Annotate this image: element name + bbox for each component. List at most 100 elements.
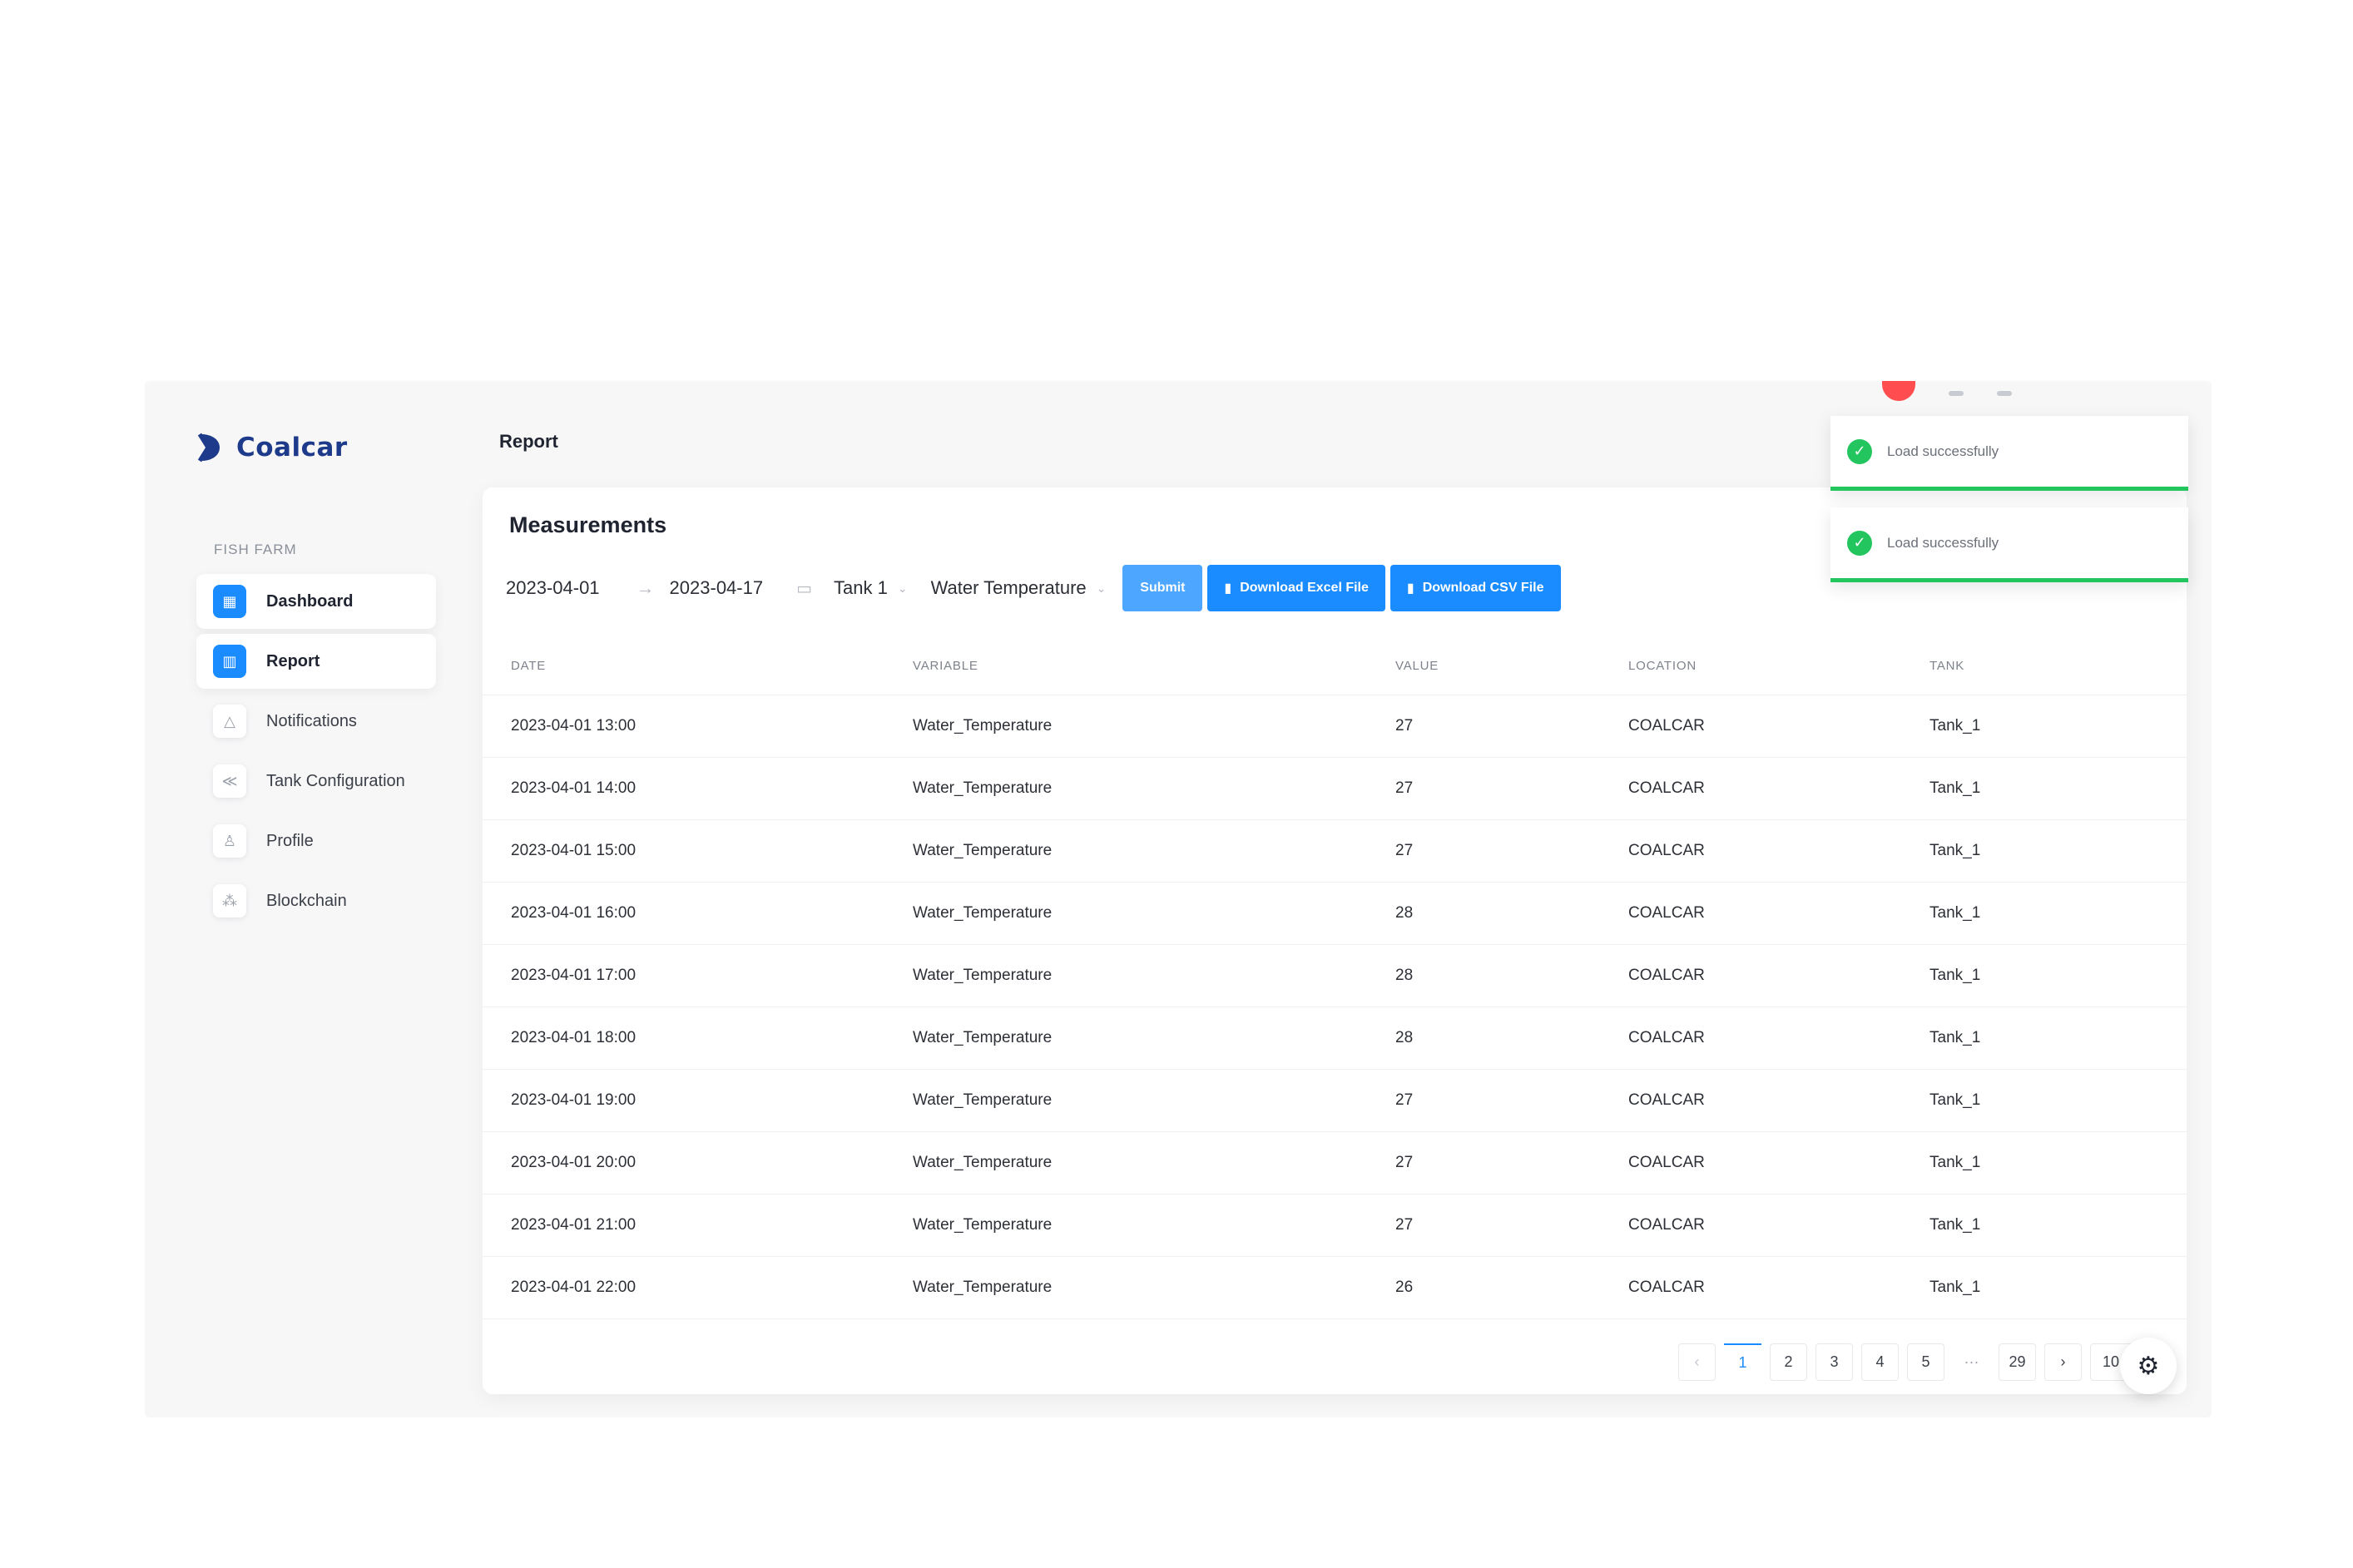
sidebar-section-label: FISH FARM xyxy=(214,542,297,557)
page-title: Report xyxy=(499,431,558,452)
variable-cell: Water_Temperature xyxy=(913,717,1053,735)
page-button[interactable]: 2 xyxy=(1770,1343,1807,1381)
page-button[interactable]: 1 xyxy=(1724,1343,1761,1381)
column-header-date[interactable]: DATE xyxy=(483,659,913,673)
table-row[interactable]: 2023-04-01 22:00 Water_Temperature 26 COALC… xyxy=(483,1257,2187,1319)
column-header-location[interactable]: LOCATION xyxy=(1628,659,1929,673)
check-circle-icon: ✓ xyxy=(1847,438,1872,464)
column-header-value[interactable]: VALUE xyxy=(1395,659,1628,673)
variable-cell: Water_Temperature xyxy=(913,967,1053,984)
pagination: ‹ 1 2 3 4 5 ··· 29 › 10 / xyxy=(1678,1343,2165,1381)
tank-cell: Tank_1 xyxy=(1929,1029,1981,1046)
page-button[interactable]: 4 xyxy=(1861,1343,1899,1381)
sidebar-item-label: Dashboard xyxy=(266,591,354,611)
download-excel-button[interactable]: ▮ Download Excel File xyxy=(1207,565,1385,611)
tank-cell: Tank_1 xyxy=(1929,1279,1981,1296)
table-row[interactable]: 2023-04-01 13:00 Water_Temperature 27 COALC… xyxy=(483,695,2187,758)
variable-cell: Water_Temperature xyxy=(913,1279,1053,1296)
table-row[interactable]: 2023-04-01 21:00 Water_Temperature 27 COALC… xyxy=(483,1195,2187,1257)
range-arrow-icon: → xyxy=(636,577,655,598)
tank-cell: Tank_1 xyxy=(1929,779,1981,797)
dashboard-icon: ▦ xyxy=(213,585,246,618)
variable-cell: Water_Temperature xyxy=(913,1029,1053,1046)
location-cell: COALCAR xyxy=(1628,1029,1705,1046)
variable-cell: Water_Temperature xyxy=(913,1216,1053,1234)
table-row[interactable]: 2023-04-01 14:00 Water_Temperature 27 COALC… xyxy=(483,758,2187,820)
tank-cell: Tank_1 xyxy=(1929,1154,1981,1171)
value-cell: 26 xyxy=(1395,1279,1414,1296)
table-body: 2023-04-01 13:00 Water_Temperature 27 COALC… xyxy=(483,695,2187,1319)
table-row[interactable]: 2023-04-01 18:00 Water_Temperature 28 COALC… xyxy=(483,1007,2187,1070)
variable-select-value: Water Temperature xyxy=(930,577,1087,598)
tank-cell: Tank_1 xyxy=(1929,1091,1981,1109)
measurements-card: Measurements 2023-04-01 → 2023-04-17 ▭ T… xyxy=(483,487,2187,1394)
page-button[interactable]: 3 xyxy=(1816,1343,1853,1381)
table-row[interactable]: 2023-04-01 17:00 Water_Temperature 28 COALC… xyxy=(483,945,2187,1007)
location-cell: COALCAR xyxy=(1628,967,1705,984)
date-cell: 2023-04-01 14:00 xyxy=(511,779,637,797)
location-cell: COALCAR xyxy=(1628,717,1705,735)
date-cell: 2023-04-01 20:00 xyxy=(511,1154,637,1171)
tank-cell: Tank_1 xyxy=(1929,1216,1981,1234)
sidebar-item-label: Tank Configuration xyxy=(266,771,405,790)
tank-cell: Tank_1 xyxy=(1929,842,1981,859)
end-date-input[interactable]: 2023-04-17 xyxy=(670,577,764,599)
sidebar-item-report[interactable]: ▥ Report xyxy=(196,634,436,689)
column-header-tank[interactable]: TANK xyxy=(1929,659,2179,673)
date-cell: 2023-04-01 18:00 xyxy=(511,1029,637,1046)
tank-select[interactable]: Tank 1 ⌄ xyxy=(822,565,919,611)
submit-button[interactable]: Submit xyxy=(1122,565,1203,611)
page-ellipsis[interactable]: ··· xyxy=(1953,1343,1990,1381)
value-cell: 27 xyxy=(1395,1091,1414,1109)
prev-page-button[interactable]: ‹ xyxy=(1678,1343,1716,1381)
toast-message: Load successfully xyxy=(1887,443,1999,459)
table-row[interactable]: 2023-04-01 15:00 Water_Temperature 27 COALC… xyxy=(483,820,2187,883)
share-icon: ≪ xyxy=(213,764,246,798)
brand-logo[interactable]: Coalcar xyxy=(196,431,348,464)
next-page-button[interactable]: › xyxy=(2044,1343,2082,1381)
sidebar-item-blockchain[interactable]: ⁂ Blockchain xyxy=(196,873,436,928)
sidebar-item-notifications[interactable]: △ Notifications xyxy=(196,694,436,749)
toast-notification: ✓ Load successfully xyxy=(1830,507,2188,582)
toast-message: Load successfully xyxy=(1887,534,1999,551)
value-cell: 27 xyxy=(1395,1216,1414,1234)
table-row[interactable]: 2023-04-01 16:00 Water_Temperature 28 COALC… xyxy=(483,883,2187,945)
location-cell: COALCAR xyxy=(1628,779,1705,797)
date-cell: 2023-04-01 15:00 xyxy=(511,842,637,859)
variable-cell: Water_Temperature xyxy=(913,1091,1053,1109)
floating-settings-button[interactable]: ⚙ xyxy=(2120,1338,2177,1394)
settings-icon[interactable] xyxy=(1949,391,1964,396)
user-menu-icon[interactable] xyxy=(1997,391,2012,396)
sidebar-item-dashboard[interactable]: ▦ Dashboard xyxy=(196,574,436,629)
download-csv-button[interactable]: ▮ Download CSV File xyxy=(1390,565,1561,611)
sidebar-item-tank-configuration[interactable]: ≪ Tank Configuration xyxy=(196,754,436,809)
value-cell: 28 xyxy=(1395,1029,1414,1046)
variable-cell: Water_Temperature xyxy=(913,904,1053,922)
location-cell: COALCAR xyxy=(1628,1216,1705,1234)
notification-badge-icon[interactable] xyxy=(1882,381,1915,401)
brand-name: Coalcar xyxy=(236,433,348,462)
chart-icon: ▥ xyxy=(213,645,246,678)
table-row[interactable]: 2023-04-01 20:00 Water_Temperature 27 COALC… xyxy=(483,1132,2187,1195)
date-cell: 2023-04-01 16:00 xyxy=(511,904,637,922)
file-icon: ▮ xyxy=(1224,581,1232,596)
calendar-icon: ▭ xyxy=(796,579,812,598)
location-cell: COALCAR xyxy=(1628,1091,1705,1109)
user-icon: ♙ xyxy=(213,824,246,858)
start-date-input[interactable]: 2023-04-01 xyxy=(506,577,600,599)
sidebar-item-profile[interactable]: ♙ Profile xyxy=(196,814,436,868)
file-icon: ▮ xyxy=(1406,581,1414,596)
date-range-picker[interactable]: 2023-04-01 → 2023-04-17 ▭ xyxy=(496,565,822,611)
variable-select[interactable]: Water Temperature ⌄ xyxy=(919,565,1118,611)
value-cell: 28 xyxy=(1395,967,1414,984)
value-cell: 27 xyxy=(1395,779,1414,797)
location-cell: COALCAR xyxy=(1628,1279,1705,1296)
date-cell: 2023-04-01 17:00 xyxy=(511,967,637,984)
date-cell: 2023-04-01 21:00 xyxy=(511,1216,637,1234)
page-button[interactable]: 5 xyxy=(1907,1343,1944,1381)
page-button-last[interactable]: 29 xyxy=(1999,1343,2036,1381)
column-header-variable[interactable]: VARIABLE xyxy=(913,659,1395,673)
sidebar-item-label: Notifications xyxy=(266,711,357,730)
table-header: DATE VARIABLE VALUE LOCATION TANK xyxy=(483,637,2187,695)
table-row[interactable]: 2023-04-01 19:00 Water_Temperature 27 COALC… xyxy=(483,1070,2187,1132)
